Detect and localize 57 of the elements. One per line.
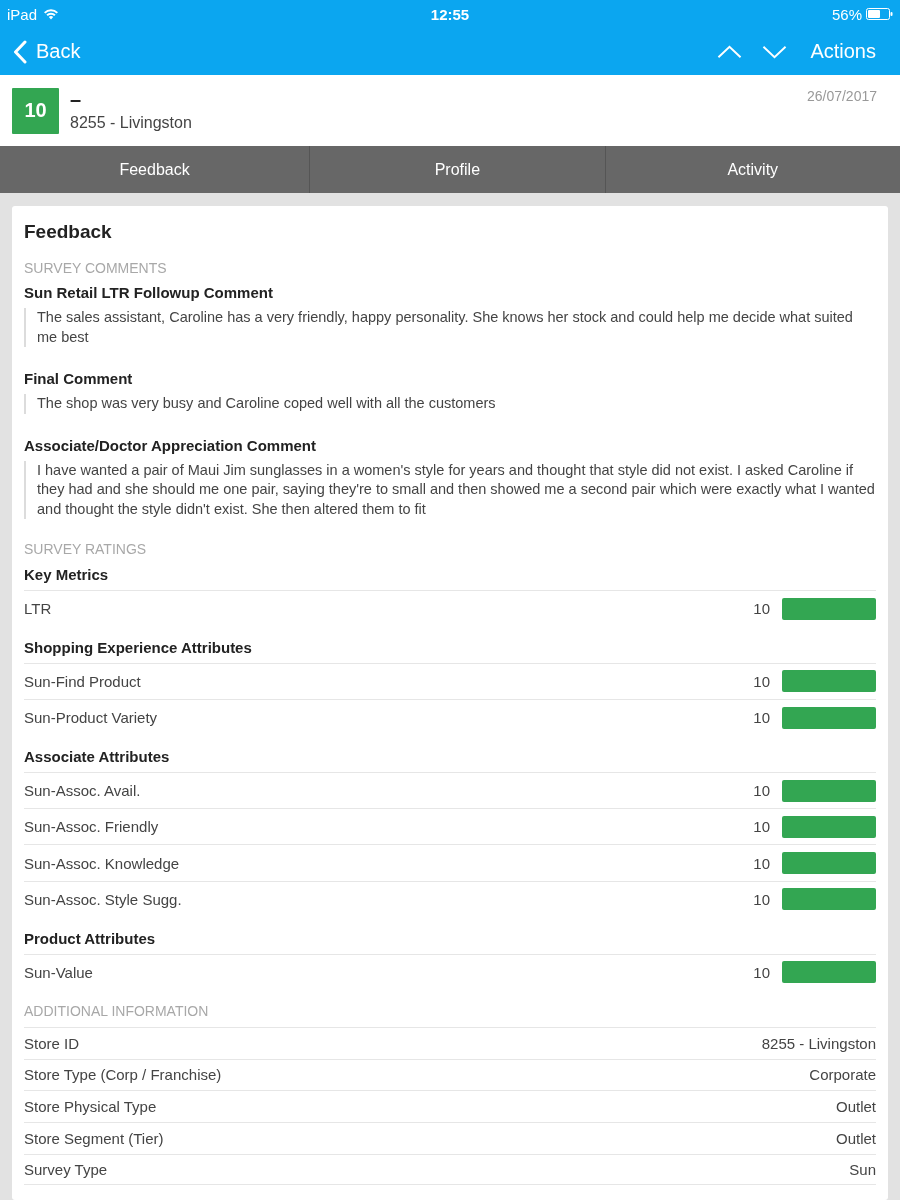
info-label: Store Physical Type xyxy=(24,1098,157,1116)
section-heading: ADDITIONAL INFORMATION xyxy=(24,1001,210,1021)
info-value: Corporate xyxy=(809,1066,876,1084)
next-button[interactable] xyxy=(762,44,788,59)
info-value: Outlet xyxy=(835,1098,876,1116)
rating-score: 10 xyxy=(753,600,770,618)
rating-score: 10 xyxy=(753,709,770,727)
rating-score: 10 xyxy=(753,854,770,872)
info-label: Store ID xyxy=(24,1034,80,1052)
info-value: 8255 - Livingston xyxy=(761,1034,876,1052)
score-badge: 10 xyxy=(12,87,59,134)
group-title: Shopping Experience Attributes xyxy=(24,637,253,658)
tab[interactable]: Profile xyxy=(309,146,605,193)
rating-label: Sun-Assoc. Style Sugg. xyxy=(24,890,183,908)
info-label: Store Type (Corp / Franchise) xyxy=(24,1066,222,1084)
info-value: Outlet xyxy=(835,1129,876,1147)
rating-score: 10 xyxy=(753,782,770,800)
info-label: Store Segment (Tier) xyxy=(24,1129,164,1147)
battery-percent: 56% xyxy=(831,5,862,23)
section-heading: SURVEY RATINGS xyxy=(24,540,148,558)
previous-button[interactable] xyxy=(717,44,743,59)
rating-score: 10 xyxy=(753,963,770,981)
comment-question: Associate/Doctor Appreciation Comment xyxy=(24,435,317,456)
comment-question: Sun Retail LTR Followup Comment xyxy=(24,283,274,303)
rating-label: Sun-Assoc. Avail. xyxy=(24,782,142,800)
rating-label: Sun-Product Variety xyxy=(24,709,159,727)
chevron-up-icon xyxy=(717,44,743,59)
tab[interactable]: Activity xyxy=(604,146,900,193)
rating-score: 10 xyxy=(753,672,770,690)
tab[interactable]: Feedback xyxy=(0,146,310,193)
group-title: Associate Attributes xyxy=(24,746,171,767)
group-title: Product Attributes xyxy=(24,928,157,949)
rating-label: Sun-Find Product xyxy=(24,672,142,690)
section-heading: SURVEY COMMENTS xyxy=(24,259,168,277)
chevron-down-icon xyxy=(762,44,788,59)
comment-text: The shop was very busy and Caroline coped well with all the customers xyxy=(24,394,876,414)
store-name: 8255 - Livingston xyxy=(70,112,192,133)
status-time: 12:55 xyxy=(430,5,470,23)
rating-label: Sun-Value xyxy=(24,963,94,981)
record-title: – xyxy=(70,87,82,110)
card-title: Feedback xyxy=(24,220,113,244)
info-label: Survey Type xyxy=(24,1160,108,1178)
record-date: 26/07/2017 xyxy=(806,88,877,104)
comment-text: The sales assistant, Caroline has a very friendly, happy personality. She knows her stock and could help me decide what suited me best xyxy=(24,308,876,347)
rating-score: 10 xyxy=(753,818,770,836)
battery-icon xyxy=(866,8,893,20)
comment-question: Final Comment xyxy=(24,369,134,389)
wifi-icon xyxy=(43,8,60,20)
group-title: Key Metrics xyxy=(24,565,110,585)
info-value: Sun xyxy=(849,1160,876,1178)
rating-label: Sun-Assoc. Friendly xyxy=(24,818,160,836)
rating-score: 10 xyxy=(753,890,770,908)
chevron-left-icon xyxy=(13,39,27,64)
carrier-label: iPad xyxy=(7,5,38,23)
rating-label: Sun-Assoc. Knowledge xyxy=(24,854,181,872)
rating-label: LTR xyxy=(24,600,53,618)
comment-text: I have wanted a pair of Maui Jim sunglasses in a women's style for years and thought that style did not exist. I asked Caroline if they had and she should me one pair, saying they're to small and then showed me a second pair which were exactly what I wanted and thought the style didn't exist. She then altered them to fit xyxy=(24,460,876,519)
